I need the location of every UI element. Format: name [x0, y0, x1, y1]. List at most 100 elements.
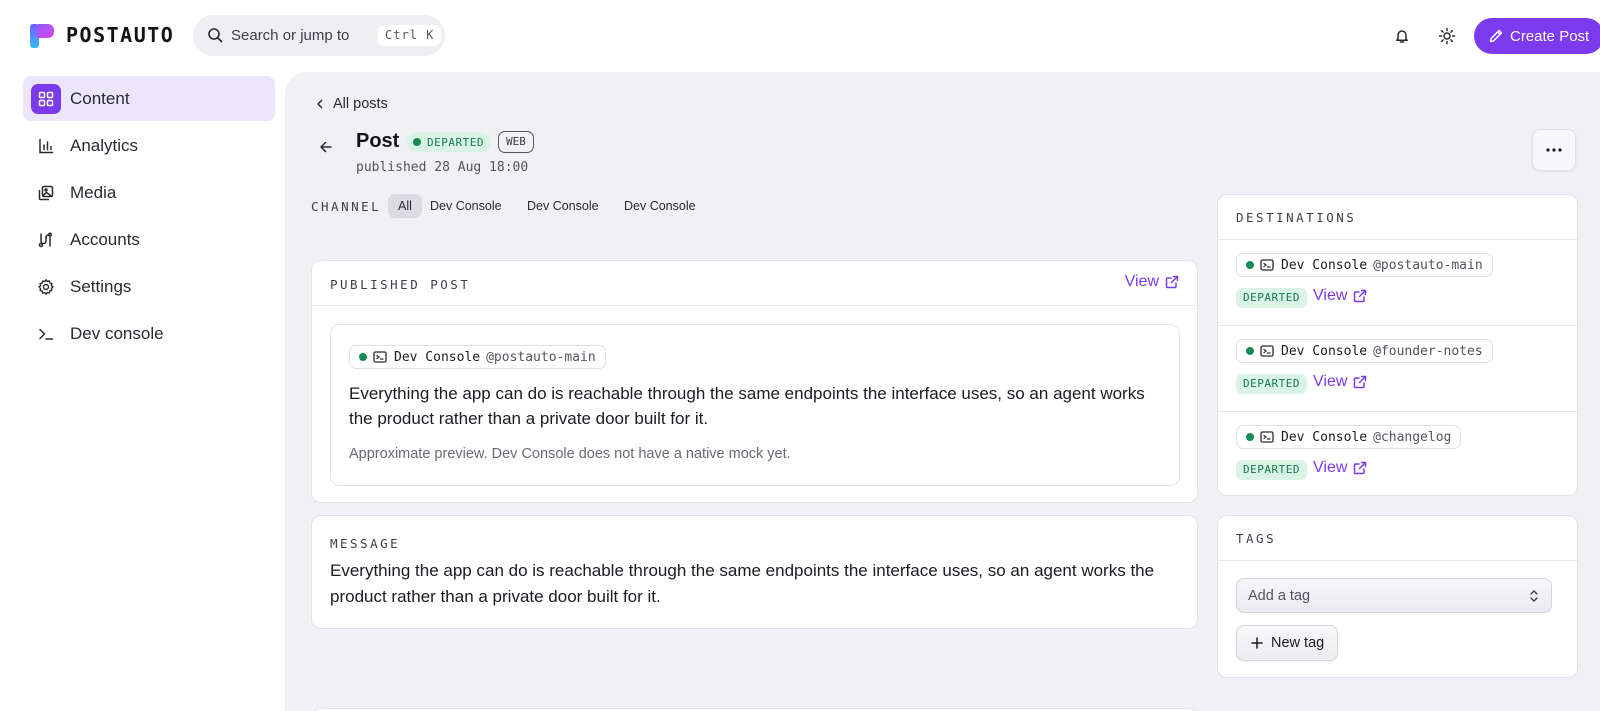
preview-note: Approximate preview. Dev Console does no…	[349, 446, 791, 462]
external-link-icon	[1354, 461, 1367, 475]
terminal-icon	[31, 319, 61, 349]
card-header: PUBLISHED POST View	[312, 261, 1197, 306]
destination-view-link[interactable]: View	[1313, 373, 1367, 391]
pencil-icon	[1489, 29, 1503, 43]
message-card: MESSAGE Everything the app can do is rea…	[311, 515, 1198, 629]
tag-select-placeholder: Add a tag	[1248, 587, 1311, 604]
sidebar-item-media[interactable]: Media	[23, 170, 275, 215]
view-published-link[interactable]: View	[1125, 273, 1179, 291]
status-dot	[1246, 347, 1254, 355]
grid-icon	[31, 83, 61, 114]
account-name: Dev Console	[1281, 257, 1368, 273]
destination-row: Dev Console @postauto-main DEPARTED View	[1218, 240, 1577, 326]
card-title: DESTINATIONS	[1236, 210, 1357, 225]
create-post-button[interactable]: Create Post	[1474, 18, 1600, 54]
account-handle: @postauto-main	[1373, 257, 1483, 273]
main-content: All posts Post DEPARTED WEB published 28…	[285, 72, 1600, 711]
bell-icon	[1396, 30, 1408, 43]
terminal-box-icon	[1260, 259, 1274, 271]
card-header: TAGS	[1218, 516, 1577, 561]
card-title: TAGS	[1236, 531, 1277, 546]
status-dot	[1246, 433, 1254, 441]
search-icon	[208, 28, 223, 43]
arrow-left-icon	[320, 141, 332, 153]
tag-select[interactable]: Add a tag	[1236, 578, 1552, 613]
sidebar-item-label: Settings	[70, 276, 132, 296]
source-badge: WEB	[498, 131, 534, 153]
search-bar[interactable]: Search or jump to Ctrl K	[193, 15, 445, 56]
terminal-box-icon	[1260, 431, 1274, 443]
status-badge: DEPARTED	[1236, 288, 1307, 308]
account-handle: @founder-notes	[1373, 343, 1483, 359]
top-bar: POSTAUTO Search or jump to Ctrl K Create…	[0, 0, 1600, 72]
sun-icon	[1438, 27, 1456, 45]
view-label: View	[1313, 459, 1348, 476]
account-name: Dev Console	[394, 349, 481, 365]
external-link-icon	[1354, 289, 1367, 303]
search-placeholder: Search or jump to	[231, 27, 350, 44]
account-handle: @changelog	[1373, 429, 1452, 445]
post-preview: Dev Console @postauto-main Everything th…	[330, 324, 1180, 486]
breadcrumb-all-posts[interactable]: All posts	[315, 96, 388, 112]
sidebar-item-accounts[interactable]: Accounts	[23, 217, 275, 262]
sidebar-item-label: Media	[70, 182, 117, 202]
channel-filter-dev-console[interactable]: Dev Console	[420, 194, 512, 218]
accounts-icon	[31, 225, 61, 255]
tags-card: TAGS Add a tag New tag	[1217, 515, 1578, 678]
theme-toggle-button[interactable]	[1434, 23, 1460, 49]
destination-view-link[interactable]: View	[1313, 459, 1367, 477]
back-button[interactable]	[319, 140, 333, 159]
sidebar-item-analytics[interactable]: Analytics	[23, 123, 275, 168]
terminal-box-icon	[1260, 345, 1274, 357]
chevron-left-icon	[317, 99, 323, 109]
terminal-box-icon	[373, 351, 387, 363]
view-label: View	[1124, 273, 1159, 290]
card-title: MESSAGE	[330, 536, 401, 551]
logo-mark-icon	[30, 22, 56, 48]
sidebar: Content Analytics Media Accounts Setting…	[0, 72, 285, 711]
account-name: Dev Console	[1281, 429, 1368, 445]
chevron-up-down-icon	[1530, 590, 1538, 602]
plus-icon	[1251, 637, 1263, 649]
destination-row: Dev Console @founder-notes DEPARTED View	[1218, 326, 1577, 412]
published-timestamp: published 28 Aug 18:00	[356, 160, 529, 175]
status-badge: DEPARTED	[1236, 374, 1307, 394]
channel-label: CHANNEL	[311, 199, 382, 214]
breadcrumb-label: All posts	[333, 96, 388, 112]
account-pill: Dev Console @changelog	[1236, 425, 1462, 449]
account-pill: Dev Console @postauto-main	[1236, 253, 1493, 277]
external-link-icon	[1354, 375, 1367, 389]
ellipsis-icon	[1546, 148, 1562, 152]
account-handle: @postauto-main	[486, 349, 596, 365]
sidebar-item-content[interactable]: Content	[23, 76, 275, 121]
more-options-button[interactable]	[1532, 129, 1576, 171]
sidebar-item-label: Analytics	[70, 135, 139, 155]
destination-row: Dev Console @changelog DEPARTED View	[1218, 412, 1577, 498]
status-label: DEPARTED	[427, 135, 484, 149]
logo[interactable]: POSTAUTO	[30, 22, 174, 48]
account-pill: Dev Console @founder-notes	[1236, 339, 1493, 363]
channel-filter-all[interactable]: All	[388, 194, 422, 218]
status-dot	[359, 353, 367, 361]
view-label: View	[1313, 287, 1348, 304]
destination-view-link[interactable]: View	[1313, 287, 1367, 305]
app-name: POSTAUTO	[66, 23, 175, 47]
card-title: PUBLISHED POST	[330, 277, 471, 292]
external-link-icon	[1165, 275, 1179, 289]
sidebar-item-dev-console[interactable]: Dev console	[23, 311, 275, 356]
notifications-button[interactable]	[1389, 23, 1415, 49]
post-body: Everything the app can do is reachable t…	[349, 384, 1145, 428]
channel-filter-dev-console[interactable]: Dev Console	[517, 194, 609, 218]
images-icon	[31, 178, 61, 208]
search-shortcut: Ctrl K	[378, 25, 442, 46]
card-header: DESTINATIONS	[1218, 195, 1577, 240]
status-badge: DEPARTED	[407, 132, 491, 152]
page-title: Post	[356, 130, 400, 152]
status-badge: DEPARTED	[1236, 460, 1307, 480]
sidebar-item-label: Content	[70, 88, 130, 108]
channel-filter-dev-console[interactable]: Dev Console	[614, 194, 706, 218]
create-post-label: Create Post	[1510, 27, 1590, 45]
sidebar-item-settings[interactable]: Settings	[23, 264, 275, 309]
new-tag-button[interactable]: New tag	[1236, 625, 1338, 661]
sidebar-item-label: Dev console	[70, 323, 164, 343]
